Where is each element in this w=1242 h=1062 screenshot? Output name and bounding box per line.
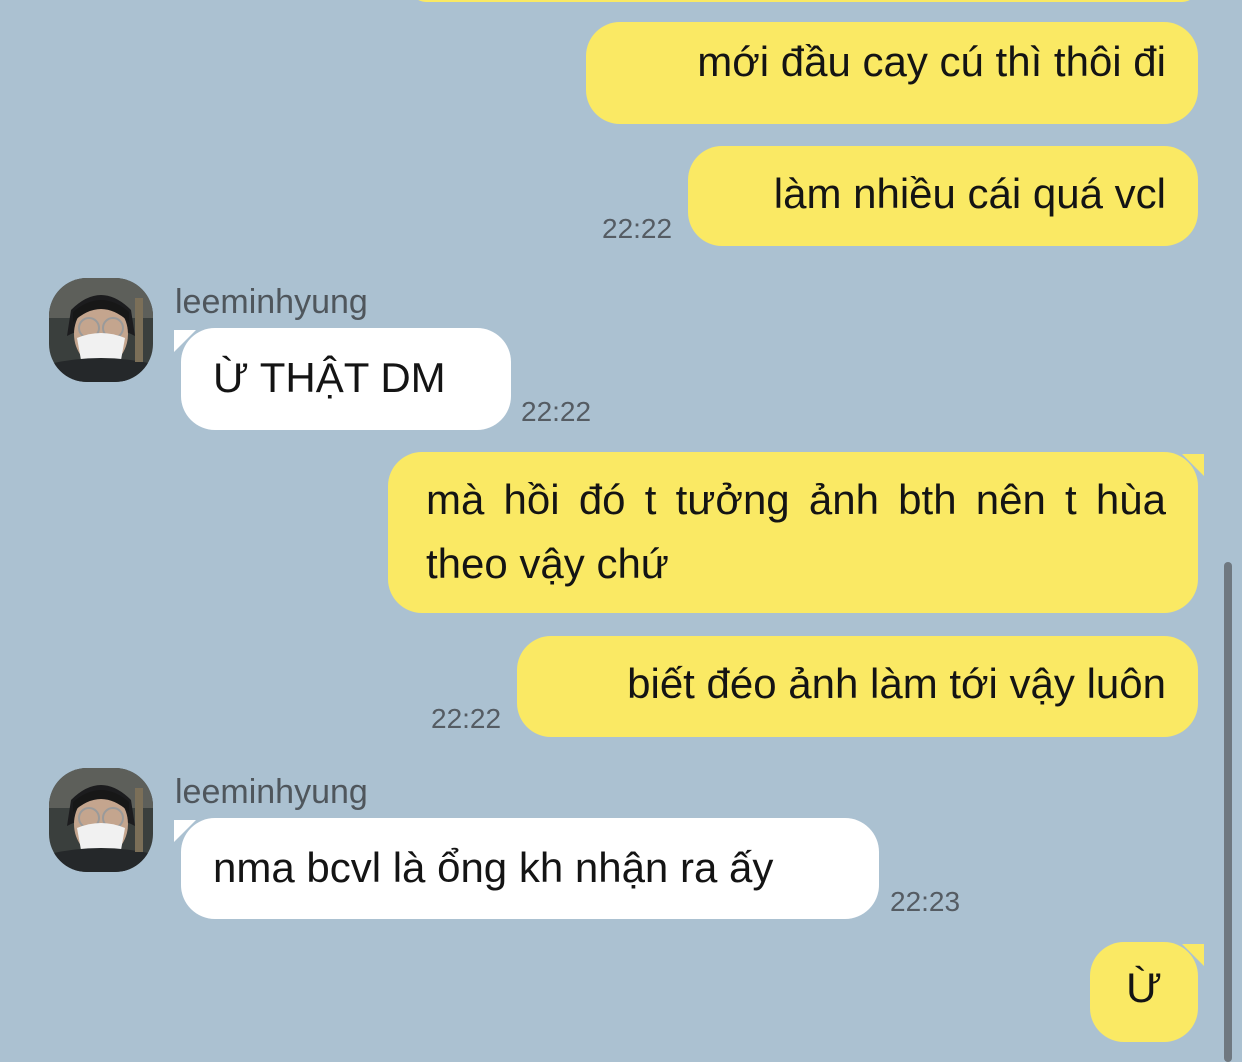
outgoing-message-bubble[interactable]: mà hồi đó t tưởng ảnh bth nên t hùa theo…	[388, 452, 1198, 613]
sender-avatar[interactable]	[49, 278, 153, 382]
outgoing-message-bubble-partial[interactable]	[410, 0, 1198, 2]
message-timestamp: 22:23	[890, 886, 961, 917]
incoming-message-bubble[interactable]: nma bcvl là ổng kh nhận ra ấy	[181, 818, 879, 919]
outgoing-message-bubble[interactable]: biết đéo ảnh làm tới vậy luôn	[517, 636, 1198, 737]
message-timestamp: 22:22	[431, 703, 502, 734]
message-text: Ừ THẬT DM	[213, 354, 446, 401]
incoming-message-bubble[interactable]: Ừ THẬT DM	[181, 328, 511, 430]
outgoing-message-bubble[interactable]: làm nhiều cái quá vcl	[688, 146, 1198, 246]
message-text: làm nhiều cái quá vcl	[773, 170, 1166, 217]
scrollbar[interactable]	[1224, 562, 1232, 1062]
message-text: nma bcvl là ổng kh nhận ra ấy	[213, 844, 774, 891]
message-text: biết đéo ảnh làm tới vậy luôn	[627, 660, 1166, 707]
sender-avatar[interactable]	[49, 768, 153, 872]
message-text: mà hồi đó t tưởng ảnh bth nên t hùa theo…	[426, 476, 1166, 587]
message-text: Ừ	[1126, 964, 1162, 1011]
outgoing-message-bubble[interactable]: mới đầu cay cú thì thôi đi	[586, 22, 1198, 124]
message-text: mới đầu cay cú thì thôi đi	[697, 38, 1166, 85]
sender-name: leeminhyung	[175, 773, 368, 811]
message-timestamp: 22:22	[521, 396, 592, 427]
chat-message-list[interactable]: mới đầu cay cú thì thôi đi làm nhiều cái…	[0, 0, 1242, 1062]
user-avatar-photo-icon	[49, 768, 153, 872]
user-avatar-photo-icon	[49, 278, 153, 382]
sender-name: leeminhyung	[175, 283, 368, 321]
outgoing-message-bubble[interactable]: Ừ	[1090, 942, 1198, 1042]
message-timestamp: 22:22	[602, 213, 673, 244]
